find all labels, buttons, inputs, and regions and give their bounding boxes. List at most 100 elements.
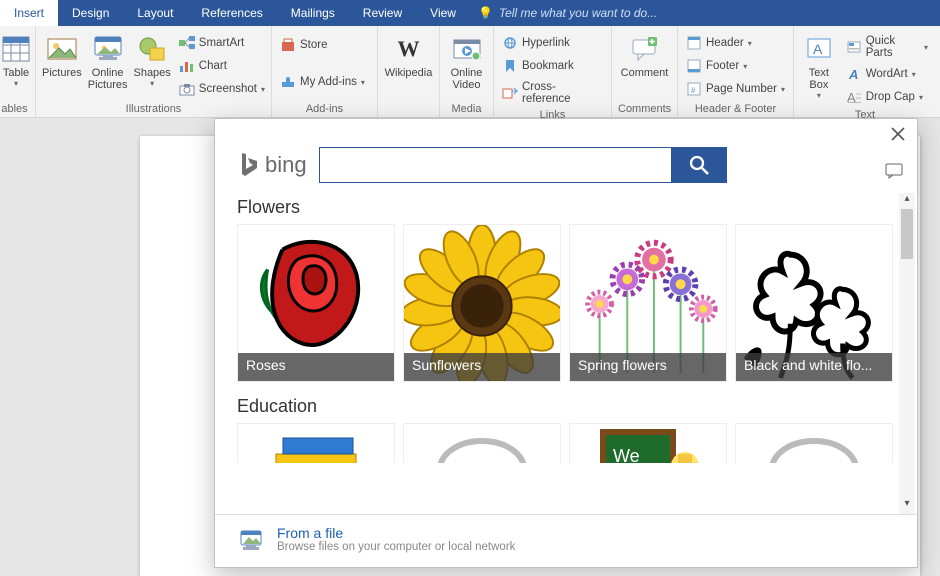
online-video-label: Online Video [446,67,487,91]
group-comments: Comment Comments [612,26,678,117]
smartart-icon [179,35,195,51]
pictures-label: Pictures [42,67,82,79]
bulb-icon: 💡 [478,6,493,20]
tab-design[interactable]: Design [58,0,123,26]
from-file-icon [237,525,265,553]
tell-me-text: Tell me what you want to do... [499,6,657,20]
tab-references[interactable]: References [187,0,276,26]
tab-insert[interactable]: Insert [0,0,58,26]
wikipedia-button[interactable]: W Wikipedia [384,29,433,79]
pagenumber-button[interactable]: #Page Number▾ [684,79,787,99]
dropcap-button[interactable]: ADrop Cap▾ [844,87,930,107]
search-box [319,147,727,183]
bing-logo: bing [237,151,307,179]
chart-label: Chart [199,60,227,72]
store-button[interactable]: Store [278,35,371,55]
shapes-icon [136,33,168,65]
chart-icon [179,58,195,74]
online-pictures-button[interactable]: Online Pictures [88,29,128,91]
search-button[interactable] [671,147,727,183]
group-headerfooter: Header▾ Footer▾ #Page Number▾ Header & F… [678,26,794,117]
quickparts-icon [846,39,862,55]
scroll-down-icon[interactable]: ▾ [899,498,915,514]
group-media-label: Media [446,101,487,115]
my-addins-label: My Add-ins [300,76,357,88]
shapes-label: Shapes [133,67,170,79]
svg-text:We: We [613,446,640,463]
pagenumber-icon: # [686,81,702,97]
screenshot-icon [179,81,195,97]
pictures-icon [46,33,78,65]
thumb-spring-caption: Spring flowers [570,353,726,381]
search-icon [688,154,710,176]
hyperlink-button[interactable]: Hyperlink [500,33,605,53]
thumb-bw-caption: Black and white flo... [736,353,892,381]
shapes-button[interactable]: Shapes ▾ [133,29,170,88]
wordart-icon: A [846,66,862,82]
my-addins-icon [280,74,296,90]
group-addins: Store My Add-ins ▾ Add-ins [272,26,378,117]
group-addins-label: Add-ins [278,101,371,115]
tab-layout[interactable]: Layout [123,0,187,26]
group-headerfooter-label: Header & Footer [684,101,787,115]
online-video-button[interactable]: Online Video [446,29,487,91]
thumb-books[interactable] [237,423,395,463]
footer-button[interactable]: Footer▾ [684,56,787,76]
svg-text:A: A [813,41,823,57]
thumb-sunflowers[interactable]: Sunflowers [403,224,561,382]
online-pictures-icon [92,33,124,65]
screenshot-button[interactable]: Screenshot ▾ [177,79,267,99]
thumb-spring-flowers[interactable]: Spring flowers [569,224,727,382]
thumb-roses[interactable]: Roses [237,224,395,382]
tab-mailings[interactable]: Mailings [277,0,349,26]
chalkboard-image: We [593,424,703,463]
thumb-circle1[interactable] [403,423,561,463]
thumb-chalkboard[interactable]: We [569,423,727,463]
feedback-button[interactable] [885,163,903,179]
table-icon [0,33,32,65]
scroll-up-icon[interactable]: ▴ [899,193,915,209]
crossref-button[interactable]: Cross-reference [500,79,605,107]
header-label: Header [706,37,744,49]
scroll-thumb[interactable] [901,209,913,259]
smartart-button[interactable]: SmartArt [177,33,267,53]
results-scrollbar[interactable]: ▴ ▾ [899,193,915,514]
thumb-circle2[interactable] [735,423,893,463]
bookmark-label: Bookmark [522,60,574,72]
wordart-button[interactable]: AWordArt▾ [844,64,930,84]
quickparts-button[interactable]: Quick Parts▾ [844,33,930,61]
screenshot-label: Screenshot [199,83,257,95]
comment-label: Comment [621,67,669,79]
tell-me[interactable]: 💡 Tell me what you want to do... [470,0,940,26]
tab-view[interactable]: View [416,0,470,26]
hyperlink-icon [502,35,518,51]
group-wikipedia: W Wikipedia [378,26,440,117]
textbox-button[interactable]: A Text Box▾ [800,29,838,100]
from-file-row[interactable]: From a file Browse files on your compute… [215,514,917,567]
chart-button[interactable]: Chart [177,56,267,76]
wordart-label: WordArt [866,68,908,80]
comment-icon [629,33,661,65]
tab-review[interactable]: Review [349,0,416,26]
header-button[interactable]: Header▾ [684,33,787,53]
from-file-subtitle: Browse files on your computer or local n… [277,541,515,553]
table-caret: ▾ [14,79,18,88]
close-icon [891,127,905,141]
screenshot-caret: ▾ [261,85,265,94]
svg-text:A: A [847,90,856,104]
thumb-bw-flowers[interactable]: Black and white flo... [735,224,893,382]
my-addins-button[interactable]: My Add-ins ▾ [278,72,371,92]
search-input[interactable] [319,147,671,183]
dropcap-icon: A [846,89,862,105]
group-tables: Table ▾ ables [0,26,36,117]
pictures-button[interactable]: Pictures [42,29,82,79]
bookmark-button[interactable]: Bookmark [500,56,605,76]
comment-button[interactable]: Comment [618,29,671,79]
store-icon [280,37,296,53]
hyperlink-label: Hyperlink [522,37,570,49]
table-button[interactable]: Table ▾ [0,29,32,88]
dialog-body: Flowers Roses [215,193,917,514]
dialog-close-button[interactable] [891,127,905,141]
bing-text: bing [265,152,307,178]
illustrations-side: SmartArt Chart Screenshot ▾ [177,29,267,99]
